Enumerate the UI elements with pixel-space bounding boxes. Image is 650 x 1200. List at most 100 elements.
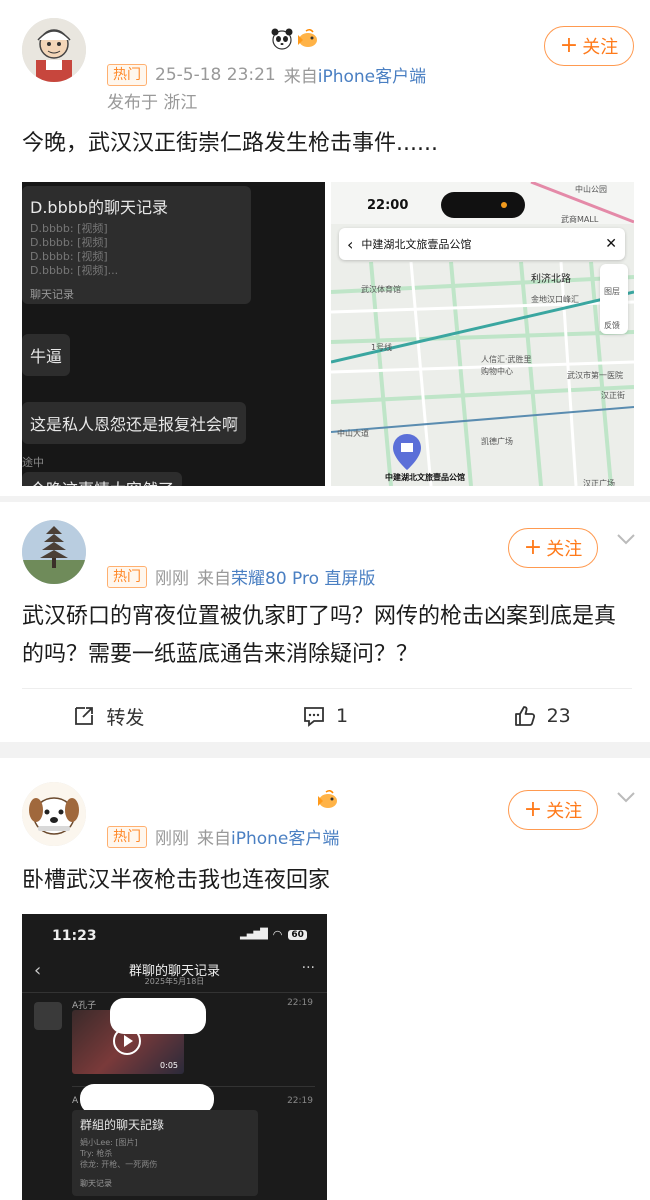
source-link[interactable]: 荣耀80 Pro 直屏版 <box>231 569 375 589</box>
chat-side-text: 途中 <box>22 456 44 469</box>
map-label: 购物中心 <box>481 367 513 376</box>
map-side-panel: 图层 反馈 <box>600 264 628 334</box>
redaction <box>110 998 206 1034</box>
sender-name: A <box>72 1096 79 1106</box>
post-time: 刚刚 <box>155 569 189 589</box>
post-meta: 热门 刚刚 来自iPhone客户端 <box>107 824 339 849</box>
avatar[interactable] <box>22 782 86 846</box>
card-line: D.bbbb: [视频] <box>30 250 108 263</box>
plus-icon: + <box>523 535 543 560</box>
post-text: 武汉硚口的宵夜位置被仇家盯了吗？网传的枪击凶案到底是真的吗？需要一纸蓝底通告来消… <box>22 604 617 667</box>
follow-label: 关注 <box>546 801 583 822</box>
more-icon[interactable]: ··· <box>302 960 315 976</box>
follow-button[interactable]: + 关注 <box>508 528 598 568</box>
fish-badge-icon <box>298 28 317 47</box>
wifi-icon: ◠ <box>272 928 283 941</box>
post-meta: 热门 刚刚 来自荣耀80 Pro 直屏版 <box>107 564 375 589</box>
card-line: D.bbbb: [视频] <box>30 236 108 249</box>
layers-label[interactable]: 图层 <box>604 286 620 297</box>
signal-icon: ▂▄▆█ <box>240 929 268 940</box>
plus-icon: + <box>559 33 579 58</box>
post-text: 卧槽武汉半夜枪击我也连夜回家 <box>22 868 331 893</box>
chevron-down-icon[interactable] <box>616 532 636 546</box>
like-count: 23 <box>546 705 571 727</box>
source-link[interactable]: iPhone客户端 <box>318 67 426 87</box>
follow-button[interactable]: + 关注 <box>544 26 634 66</box>
chevron-down-icon[interactable] <box>616 790 636 804</box>
map-label: 武商MALL <box>561 215 599 224</box>
post-meta: 热门 25-5-18 23:21 来自iPhone客户端 <box>107 62 426 87</box>
card-line: Try: 枪杀 <box>80 1149 113 1158</box>
post-1: 热门 25-5-18 23:21 来自iPhone客户端 发布于 浙江 + 关注… <box>0 0 650 496</box>
map-label: 人信汇·武胜里 <box>481 355 532 364</box>
chat-message-cut: 今晚这事情太突然了 <box>22 472 183 486</box>
post-time: 刚刚 <box>155 829 189 849</box>
source-link[interactable]: iPhone客户端 <box>231 829 339 849</box>
plus-icon: + <box>523 797 543 822</box>
like-button[interactable]: 23 <box>433 704 650 728</box>
chat-record-card: D.bbbb的聊天记录 D.bbbb: [视频] D.bbbb: [视频] D.… <box>22 186 251 304</box>
repost-icon <box>75 707 94 725</box>
battery-icon: 60 <box>288 929 307 940</box>
post-image-chat[interactable]: D.bbbb的聊天记录 D.bbbb: [视频] D.bbbb: [视频] D.… <box>22 182 325 486</box>
post-2: 热门 刚刚 来自荣耀80 Pro 直屏版 + 关注 武汉硚口的宵夜位置被仇家盯了… <box>0 502 650 742</box>
map-search-text: 中建湖北文旅壹品公馆 <box>361 238 472 251</box>
hot-badge: 热门 <box>107 565 147 588</box>
message-time: 22:19 <box>287 1096 313 1106</box>
user-badges <box>316 788 340 812</box>
card-line: 徐龙: 开枪、一死两伤 <box>80 1160 158 1169</box>
repost-button[interactable]: 转发 <box>0 703 217 730</box>
avatar[interactable] <box>22 520 86 584</box>
back-icon[interactable]: ‹ <box>347 235 353 254</box>
map-label: 汉正街 <box>601 391 625 400</box>
card-footer: 聊天记录 <box>80 1179 112 1188</box>
chat-record-card[interactable]: 群組的聊天記錄 娟小Lee: [图片] Try: 枪杀 徐龙: 开枪、一死两伤 … <box>72 1110 258 1196</box>
map-label: 利济北路 <box>531 274 571 285</box>
source-prefix: 来自 <box>197 569 231 589</box>
map-target-label: 中建湖北文旅壹品公馆 <box>385 473 465 482</box>
location-pin-icon <box>393 434 421 470</box>
post-3: 热门 刚刚 来自iPhone客户端 + 关注 卧槽武汉半夜枪击我也连夜回家 11… <box>0 758 650 1200</box>
feedback-label[interactable]: 反馈 <box>604 320 620 331</box>
user-badges <box>270 27 320 51</box>
card-line: D.bbbb: [视频] <box>30 222 108 235</box>
post-image-chat-screenshot[interactable]: 11:23 ▂▄▆█ ◠ 60 ‹ 群聊的聊天记录 2025年5月18日 ···… <box>22 914 327 1200</box>
status-icons: ▂▄▆█ ◠ 60 <box>240 928 307 941</box>
follow-label: 关注 <box>546 539 583 560</box>
map-label: 凯德广场 <box>481 437 513 446</box>
hot-badge: 热门 <box>107 825 147 848</box>
card-title: 群組的聊天記錄 <box>80 1118 165 1132</box>
post-image-map[interactable]: 22:00 ‹ 中建湖北文旅壹品公馆 ✕ 中山公园 武商MALL 利济北路 武汉… <box>331 182 634 486</box>
map-search-bar[interactable]: ‹ 中建湖北文旅壹品公馆 ✕ <box>339 228 625 260</box>
comment-icon <box>304 707 324 727</box>
header-divider <box>22 992 327 993</box>
panda-badge-icon <box>271 28 293 50</box>
post-separator <box>0 742 650 758</box>
comment-button[interactable]: 1 <box>217 704 434 728</box>
map-label: 金地汉口峰汇 <box>531 295 579 304</box>
follow-button[interactable]: + 关注 <box>508 790 598 830</box>
repost-label: 转发 <box>106 706 145 729</box>
map-label: 中山公园 <box>575 185 607 194</box>
comment-count: 1 <box>335 705 349 727</box>
thumbs-up-icon <box>514 706 535 726</box>
close-icon[interactable]: ✕ <box>605 236 617 252</box>
avatar[interactable] <box>22 18 86 82</box>
chat-message: 牛逼 <box>22 334 71 376</box>
source-prefix: 来自 <box>283 67 318 87</box>
video-duration: 0:05 <box>160 1061 178 1070</box>
hot-badge: 热门 <box>107 63 147 86</box>
post-date: 25-5-18 23:21 <box>155 64 276 85</box>
chat-message: 这是私人恩怨还是报复社会啊 <box>22 402 247 444</box>
action-bar: 转发 1 23 <box>0 689 650 743</box>
status-time: 11:23 <box>52 928 97 944</box>
card-title: D.bbbb的聊天记录 <box>30 198 169 217</box>
avatar <box>34 1002 62 1030</box>
map-label: 武汉体育馆 <box>361 285 401 294</box>
source-prefix: 来自 <box>197 829 231 849</box>
chat-date: 2025年5月18日 <box>144 977 205 986</box>
post-location: 发布于 浙江 <box>107 93 198 113</box>
card-footer: 聊天记录 <box>30 288 74 301</box>
map-label: 武汉市第一医院 <box>567 371 623 380</box>
message-time: 22:19 <box>287 998 313 1008</box>
